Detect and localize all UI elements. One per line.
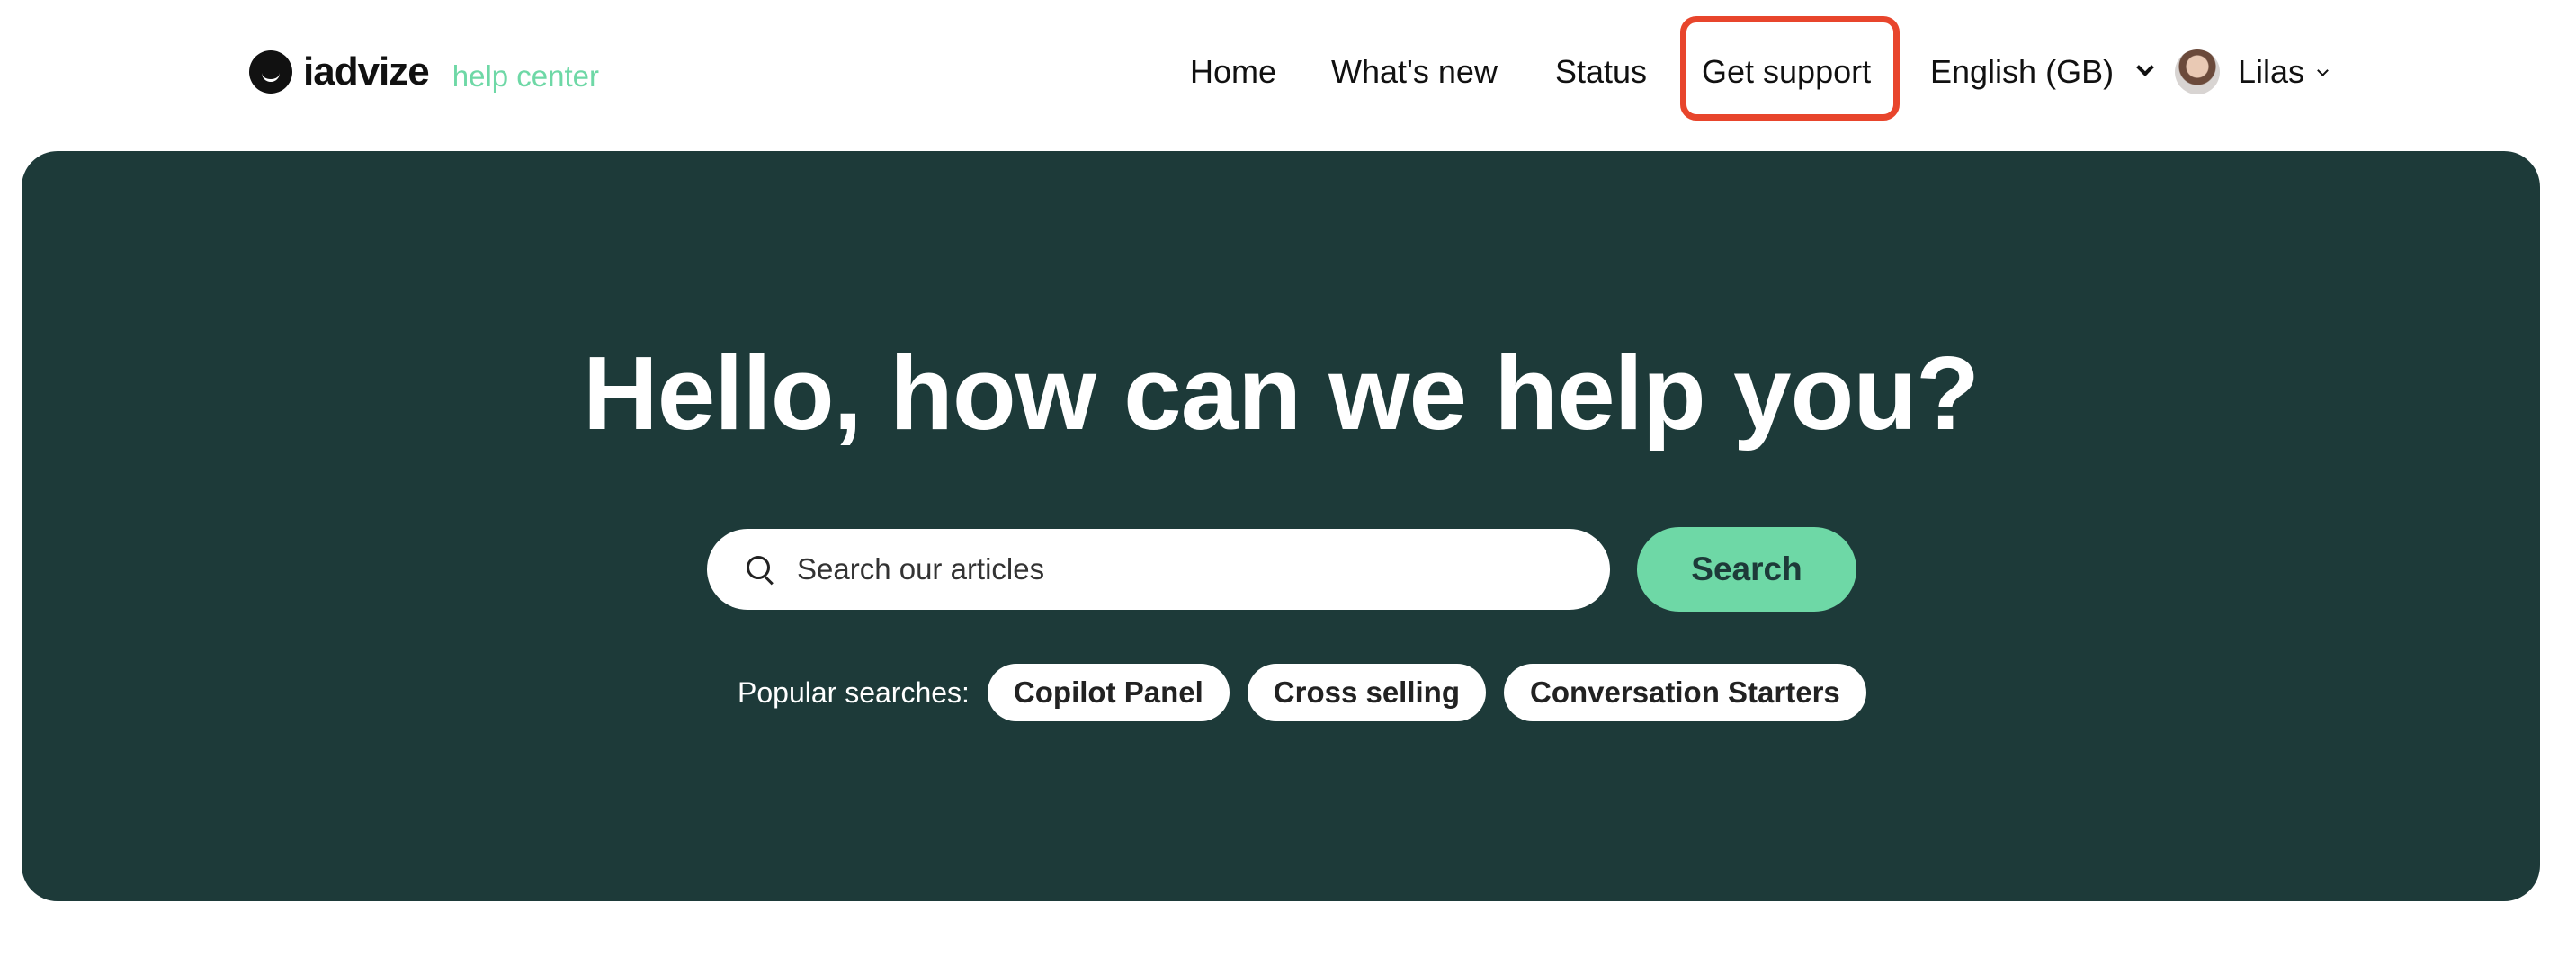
user-name: Lilas (2238, 53, 2305, 90)
hero-banner: Hello, how can we help you? Search Popul… (22, 151, 2540, 901)
user-menu[interactable]: Lilas (2175, 20, 2329, 124)
avatar (2175, 49, 2220, 94)
search-input[interactable] (795, 542, 1569, 596)
popular-search-chip[interactable]: Cross selling (1247, 664, 1486, 721)
logo-subtitle: help center (452, 58, 600, 93)
nav-get-support[interactable]: Get support (1702, 20, 1871, 124)
language-selector[interactable]: English (GB) (1930, 20, 2154, 124)
site-header: iadvize help center Home What's new Stat… (0, 0, 2576, 144)
chevron-down-icon (2317, 64, 2329, 76)
logo-wordmark: iadvize (303, 49, 430, 94)
search-button[interactable]: Search (1637, 527, 1856, 612)
iadvize-logo[interactable]: iadvize help center (249, 49, 599, 95)
language-label: English (GB) (1930, 53, 2115, 90)
popular-searches-label: Popular searches: (738, 675, 970, 709)
search-box (707, 529, 1610, 610)
chevron-down-icon (2136, 58, 2154, 76)
iadvize-logo-icon (249, 50, 292, 94)
nav-status[interactable]: Status (1555, 20, 1647, 124)
nav-home[interactable]: Home (1190, 20, 1276, 124)
search-icon (745, 554, 775, 585)
nav-whats-new[interactable]: What's new (1331, 20, 1498, 124)
popular-search-chip[interactable]: Conversation Starters (1504, 664, 1866, 721)
popular-searches: Popular searches: Copilot Panel Cross se… (738, 664, 1884, 721)
hero-title: Hello, how can we help you? (582, 335, 1980, 452)
popular-search-chip[interactable]: Copilot Panel (987, 664, 1230, 721)
